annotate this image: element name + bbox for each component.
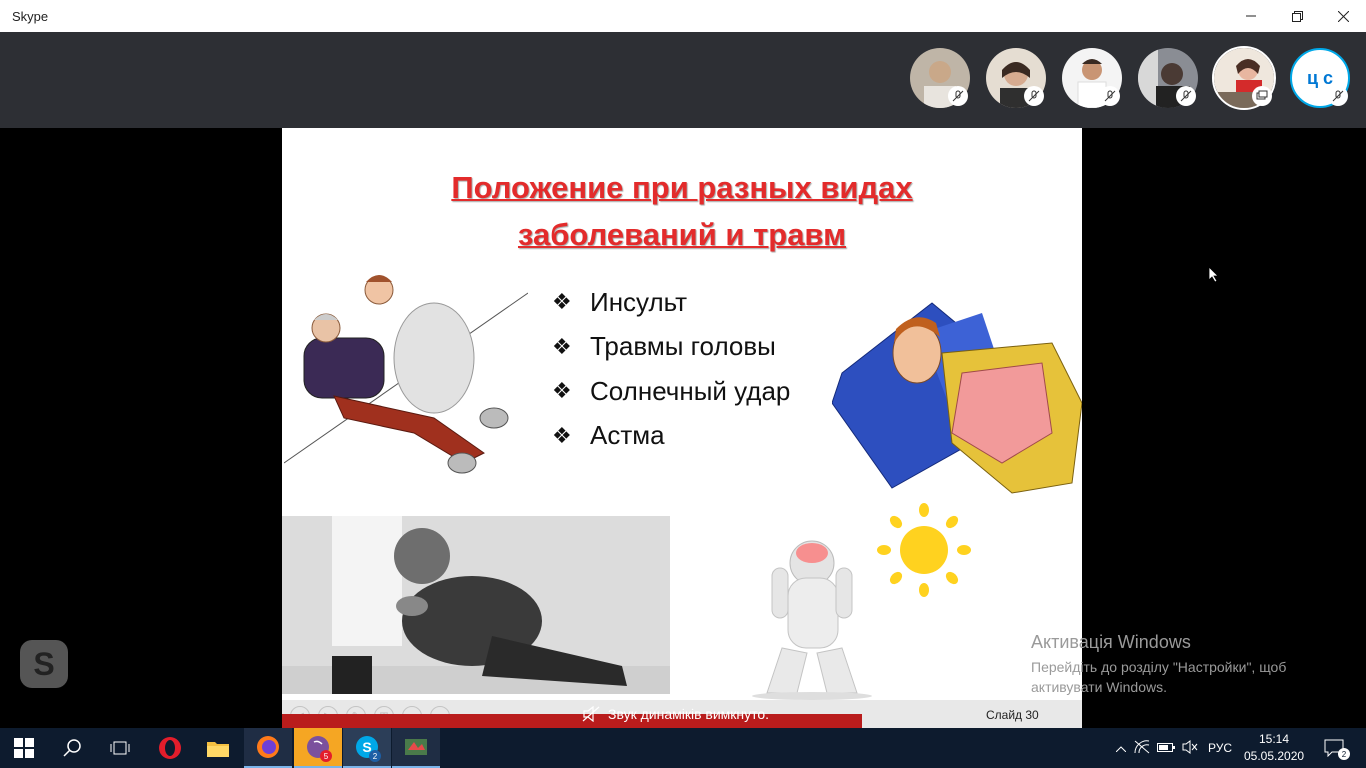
taskbar-opera[interactable] xyxy=(146,728,194,768)
call-participants-bar: ц с xyxy=(0,32,1366,128)
window-controls xyxy=(1228,0,1366,32)
window-titlebar: Skype xyxy=(0,0,1366,32)
folder-icon xyxy=(207,742,229,757)
bullet-glyph: ❖ xyxy=(552,422,572,448)
close-icon xyxy=(1337,10,1349,22)
watermark-title: Активація Windows xyxy=(1031,632,1191,652)
action-center-button[interactable]: 2 xyxy=(1310,728,1358,768)
skype-badge: 2 xyxy=(369,750,381,762)
mouse-cursor-icon xyxy=(1209,267,1219,283)
bullet-glyph: ❖ xyxy=(552,378,572,404)
network-icon[interactable] xyxy=(1130,739,1154,757)
close-button[interactable] xyxy=(1320,0,1366,32)
bullet-item: ❖ Солнечный удар xyxy=(552,369,790,414)
restore-icon xyxy=(1291,10,1303,22)
clock-date: 05.05.2020 xyxy=(1244,749,1305,763)
restore-button[interactable] xyxy=(1274,0,1320,32)
task-view-button[interactable] xyxy=(96,728,144,768)
taskbar-viber[interactable]: 5 xyxy=(294,728,342,768)
bullet-text: Травмы головы xyxy=(590,331,776,362)
sun-icon xyxy=(877,503,971,597)
screen-share-icon xyxy=(1252,86,1272,106)
lying-child-illustration xyxy=(832,302,1082,494)
bullet-item: ❖ Травмы головы xyxy=(552,325,790,370)
notification-text: Звук динаміків вимкнуто. xyxy=(608,706,770,722)
taskbar-app[interactable] xyxy=(392,728,440,768)
mic-muted-icon xyxy=(1100,86,1120,106)
mic-muted-icon xyxy=(1176,86,1196,106)
notification-banner xyxy=(282,714,862,728)
bullet-text: Инсульт xyxy=(590,286,688,317)
shared-screen-area: Положение при разных видах заболеваний и… xyxy=(0,128,1366,728)
slide-title: Положение при разных видах заболеваний и… xyxy=(282,164,1082,258)
slide-bullet-list: ❖ Инсульт ❖ Травмы головы ❖ Солнечный удар … xyxy=(552,280,790,458)
start-button[interactable] xyxy=(0,728,48,768)
skype-logo-icon: S xyxy=(20,640,68,688)
taskbar-firefox[interactable] xyxy=(244,728,292,768)
bullet-text: Астма xyxy=(590,420,665,451)
bullet-item: ❖ Астма xyxy=(552,414,790,459)
slide-title-line-1: Положение при разных видах xyxy=(451,170,913,205)
stroke-first-aid-illustration xyxy=(284,275,528,474)
speaker-muted-icon xyxy=(582,706,600,722)
bullet-glyph: ❖ xyxy=(552,289,572,315)
volume-muted-icon[interactable] xyxy=(1178,739,1202,757)
bullet-glyph: ❖ xyxy=(552,333,572,359)
mic-muted-icon xyxy=(948,86,968,106)
windows-taskbar: 5 S 2 РУС 15:14 05.05.2020 2 xyxy=(0,728,1366,768)
viber-badge: 5 xyxy=(320,750,332,762)
taskbar-clock[interactable]: 15:14 05.05.2020 xyxy=(1244,731,1304,765)
clock-time: 15:14 xyxy=(1258,732,1290,746)
slide-title-line-2: заболеваний и травм xyxy=(517,217,847,252)
chevron-up-icon xyxy=(1115,746,1127,753)
bullet-item: ❖ Инсульт xyxy=(552,280,790,325)
minimize-icon xyxy=(1246,15,1256,17)
watermark-subtitle: Перейдіть до розділу "Настройки", щоб ак… xyxy=(1031,659,1287,695)
app-icon xyxy=(405,739,427,755)
presentation-slide: Положение при разных видах заболеваний и… xyxy=(282,128,1082,728)
show-hidden-icons-button[interactable] xyxy=(1112,741,1130,755)
windows-activation-watermark: Активація Windows Перейдіть до розділу "… xyxy=(1031,632,1321,697)
taskbar-file-explorer[interactable] xyxy=(194,728,242,768)
firefox-icon xyxy=(257,736,279,758)
search-button[interactable] xyxy=(48,728,96,768)
notifications-badge: 2 xyxy=(1338,748,1350,760)
task-view-icon xyxy=(110,741,130,755)
taskbar-skype[interactable]: S 2 xyxy=(343,728,391,768)
system-tray: РУС xyxy=(1112,728,1232,768)
participant-initials: ц с xyxy=(1306,67,1334,88)
bullet-text: Солнечный удар xyxy=(590,375,791,406)
mic-muted-icon xyxy=(1024,86,1044,106)
mic-muted-icon xyxy=(1328,86,1348,106)
opera-icon xyxy=(159,737,181,759)
battery-icon[interactable] xyxy=(1154,741,1178,755)
asthma-position-photo xyxy=(282,516,670,694)
search-icon xyxy=(63,739,81,757)
window-title: Skype xyxy=(12,8,49,24)
minimize-button[interactable] xyxy=(1228,0,1274,32)
slide-number: Слайд 30 xyxy=(986,708,1039,722)
windows-logo-icon xyxy=(14,738,34,758)
input-language-indicator[interactable]: РУС xyxy=(1208,741,1232,755)
speaker-muted-notification: Звук динаміків вимкнуто. xyxy=(582,706,769,722)
